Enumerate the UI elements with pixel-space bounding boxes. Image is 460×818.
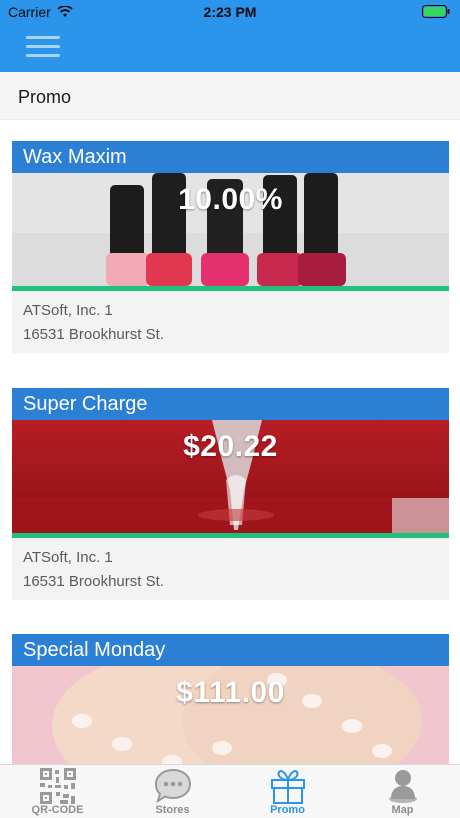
store-address: 16531 Brookhurst St. <box>23 326 164 343</box>
gift-icon <box>270 770 305 804</box>
promo-store-info: ATSoft, Inc. 1 16531 Brookhurst St. <box>12 538 449 600</box>
promo-value: $20.22 <box>183 430 278 463</box>
hamburger-menu-button[interactable] <box>26 36 60 58</box>
battery-icon <box>422 5 450 18</box>
store-name: ATSoft, Inc. 1 <box>23 549 113 566</box>
store-name: ATSoft, Inc. 1 <box>23 302 113 319</box>
tab-label: Promo <box>270 804 305 816</box>
promo-value: $111.00 <box>176 676 285 709</box>
promo-store-info: ATSoft, Inc. 1 16531 Brookhurst St. <box>12 291 449 353</box>
promo-list[interactable]: Wax Maxim 10.00% ATSoft, Inc. 1 16531 Br… <box>0 120 460 764</box>
page-title-bar: Promo <box>0 72 460 120</box>
promo-image: 10.00% <box>12 173 449 286</box>
promo-value: 10.00% <box>178 183 283 216</box>
tab-stores[interactable]: Stores <box>115 765 230 818</box>
hamburger-line <box>26 36 60 39</box>
promo-card[interactable]: Special Monday $111.00 <box>12 634 449 764</box>
promo-card[interactable]: Super Charge $20.22 ATSoft, Inc. 1 16531… <box>12 388 449 600</box>
page-title: Promo <box>18 87 72 107</box>
speech-bubble-icon <box>154 768 191 804</box>
tab-map[interactable]: Map <box>345 765 460 818</box>
hamburger-line <box>26 54 60 57</box>
tab-label: Stores <box>155 804 190 816</box>
promo-title: Wax Maxim <box>12 141 449 173</box>
tab-label: Map <box>391 804 414 816</box>
promo-image: $20.22 <box>12 420 449 533</box>
promo-image: $111.00 <box>12 666 449 764</box>
person-pin-icon <box>388 770 417 803</box>
tab-qr-code[interactable]: QR-CODE <box>0 765 115 818</box>
tab-bar: QR-CODE Stores Promo Map <box>0 764 460 818</box>
app-header: Carrier 2:23 PM <box>0 0 460 72</box>
hamburger-line <box>26 45 60 48</box>
status-bar: Carrier 2:23 PM <box>0 0 460 24</box>
tab-label: QR-CODE <box>31 804 84 816</box>
qr-code-icon <box>39 768 76 804</box>
promo-title: Super Charge <box>12 388 449 420</box>
promo-title: Special Monday <box>12 634 449 666</box>
tab-promo[interactable]: Promo <box>230 765 345 818</box>
status-time: 2:23 PM <box>203 4 257 20</box>
promo-card[interactable]: Wax Maxim 10.00% ATSoft, Inc. 1 16531 Br… <box>12 141 449 353</box>
store-address: 16531 Brookhurst St. <box>23 573 164 590</box>
